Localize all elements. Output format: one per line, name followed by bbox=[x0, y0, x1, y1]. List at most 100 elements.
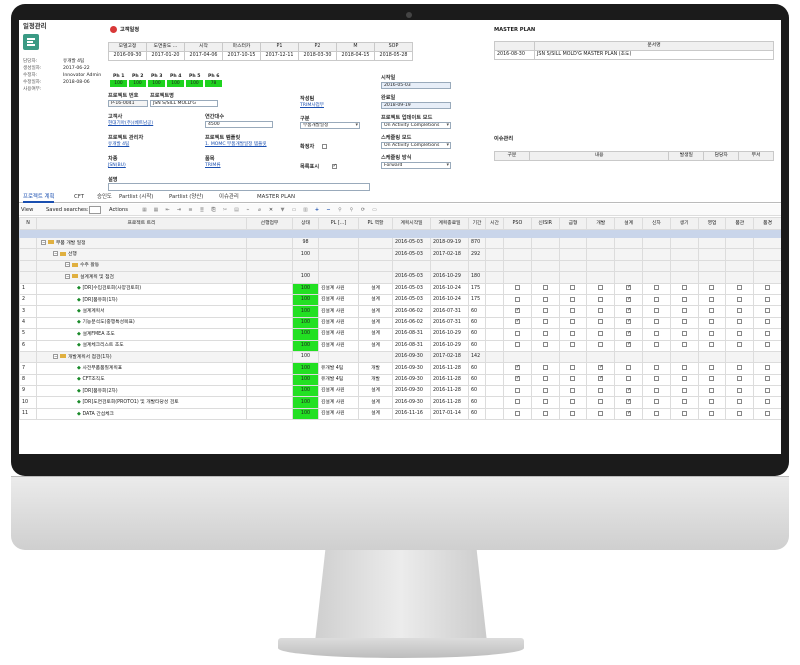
department-checkbox[interactable] bbox=[681, 387, 687, 393]
department-checkbox[interactable] bbox=[681, 319, 687, 325]
department-checkbox[interactable] bbox=[653, 285, 659, 291]
grid-col-header[interactable]: 상태 bbox=[292, 217, 319, 230]
department-checkbox[interactable] bbox=[542, 342, 548, 348]
department-checkbox[interactable] bbox=[737, 387, 743, 393]
refresh-icon[interactable]: ⟳ bbox=[360, 207, 367, 213]
print-icon[interactable]: ▭ bbox=[291, 207, 298, 213]
link-icon[interactable]: ⌁ bbox=[245, 207, 252, 213]
department-checkbox[interactable] bbox=[709, 319, 715, 325]
grid-col-header[interactable]: 개발 bbox=[586, 217, 616, 230]
view-menu[interactable]: View bbox=[21, 207, 33, 214]
department-checkbox[interactable] bbox=[709, 330, 715, 336]
task-name-cell[interactable]: ◆ 사전부품품질계획표 bbox=[36, 362, 247, 375]
department-checkbox[interactable] bbox=[653, 365, 659, 370]
table-row[interactable]: 7 ◆ 사전부품품질계획표 100 유개발 4팀 개발 2016-09-30 2016-11… bbox=[19, 362, 781, 375]
department-checkbox[interactable] bbox=[681, 376, 687, 382]
department-checkbox[interactable] bbox=[514, 342, 520, 348]
department-checkbox[interactable] bbox=[598, 410, 604, 416]
department-checkbox[interactable] bbox=[542, 410, 548, 416]
table-row[interactable]: 9 ◆ [DR]품유회(2차) 100 김설계 사원 설계 2016-09-30 2016-… bbox=[19, 385, 781, 398]
unlink-icon[interactable]: ⌀ bbox=[256, 207, 263, 213]
table-row[interactable]: − 설계계획 및 점검 100 2016-05-03 2016-10-29 180 bbox=[19, 271, 781, 284]
task-name-cell[interactable]: ◆ [DR]품유회(2차) bbox=[36, 385, 247, 398]
department-checkbox[interactable] bbox=[570, 319, 576, 325]
department-checkbox[interactable] bbox=[737, 342, 743, 348]
table-row[interactable]: − 부품 개발 일정 98 2016-05-03 2018-09-19 870 bbox=[19, 236, 781, 250]
grid-col-header[interactable]: 품경 bbox=[753, 217, 781, 230]
cut-icon[interactable]: ✂ bbox=[222, 207, 229, 213]
expand-toggle-icon[interactable]: − bbox=[65, 273, 70, 279]
grid-col-header[interactable]: 생기 bbox=[669, 217, 699, 230]
department-checkbox[interactable] bbox=[653, 410, 659, 416]
department-checkbox[interactable] bbox=[542, 330, 548, 336]
expand-toggle-icon[interactable]: − bbox=[65, 262, 70, 268]
department-checkbox[interactable] bbox=[653, 296, 659, 302]
task-name-cell[interactable]: − 개발계획서 점검(1차) bbox=[36, 350, 247, 364]
department-checkbox[interactable] bbox=[626, 330, 631, 336]
grid-col-header[interactable]: 금형 bbox=[558, 217, 588, 230]
department-checkbox[interactable] bbox=[598, 342, 604, 348]
grid-col-header[interactable]: 계획시작일 bbox=[392, 217, 431, 230]
department-checkbox[interactable] bbox=[653, 376, 659, 382]
confirm-checkbox[interactable] bbox=[322, 144, 327, 149]
grid-col-header[interactable]: 시간 bbox=[485, 217, 504, 230]
table-row[interactable]: 2 ◆ [DR]품유회(1차) 100 김설계 사원 설계 2016-05-03 2016-… bbox=[19, 293, 781, 307]
task-name-cell[interactable]: ◆ 기능분석도(중행특성목표) bbox=[36, 316, 247, 330]
table-row[interactable]: 8 ◆ CFT조직도 100 유개발 4팀 개발 2016-09-30 2016-11-28… bbox=[19, 373, 781, 387]
remove-icon[interactable]: − bbox=[325, 207, 332, 213]
department-checkbox[interactable] bbox=[598, 364, 603, 370]
grid-col-header[interactable]: 계획종료일 bbox=[430, 217, 469, 230]
department-checkbox[interactable] bbox=[737, 296, 743, 302]
table-row[interactable]: − 수주 활동 bbox=[19, 259, 781, 273]
department-checkbox[interactable] bbox=[598, 330, 604, 336]
department-checkbox[interactable] bbox=[765, 387, 771, 393]
department-checkbox[interactable] bbox=[709, 285, 715, 291]
grid-col-header[interactable]: 설계 bbox=[614, 217, 643, 230]
department-checkbox[interactable] bbox=[514, 364, 520, 370]
project-no-field[interactable]: P-16-0041 bbox=[108, 100, 148, 107]
indent-icon[interactable]: ≡ bbox=[187, 207, 194, 213]
grid-col-header[interactable]: 선행업무 bbox=[246, 217, 293, 230]
sched-type-select[interactable]: Forward bbox=[381, 162, 451, 169]
department-checkbox[interactable] bbox=[542, 285, 548, 291]
department-checkbox[interactable] bbox=[653, 330, 659, 336]
expand-toggle-icon[interactable]: − bbox=[41, 239, 46, 245]
department-checkbox[interactable] bbox=[598, 399, 604, 405]
department-checkbox[interactable] bbox=[542, 387, 548, 393]
department-checkbox[interactable] bbox=[514, 330, 520, 336]
delete-icon[interactable]: ✕ bbox=[268, 207, 275, 213]
department-checkbox[interactable] bbox=[681, 296, 687, 302]
task-name-cell[interactable]: ◆ 설계FMEA 초도 bbox=[36, 328, 247, 341]
list-icon[interactable]: ≣ bbox=[199, 207, 206, 213]
indent-icon[interactable]: ⇤ bbox=[164, 207, 171, 213]
department-checkbox[interactable] bbox=[570, 296, 576, 302]
search-icon[interactable]: ⚲ bbox=[337, 207, 344, 213]
department-checkbox[interactable] bbox=[570, 365, 576, 370]
department-checkbox[interactable] bbox=[626, 284, 631, 291]
table-icon[interactable]: ▥ bbox=[302, 207, 309, 213]
sched-mode-select[interactable]: On Activity Completions bbox=[381, 142, 451, 149]
department-checkbox[interactable] bbox=[737, 319, 743, 325]
department-checkbox[interactable] bbox=[653, 399, 659, 405]
grid-col-header[interactable]: PL 역할 bbox=[358, 217, 393, 230]
tab-4[interactable]: Partlist (양산) bbox=[169, 194, 203, 201]
department-checkbox[interactable] bbox=[681, 365, 687, 370]
department-checkbox[interactable] bbox=[765, 330, 771, 336]
department-checkbox[interactable] bbox=[514, 285, 520, 291]
paste-icon[interactable]: ▤ bbox=[233, 207, 240, 213]
tab-3[interactable]: Partlist (시작) bbox=[119, 194, 153, 201]
department-checkbox[interactable] bbox=[681, 285, 687, 291]
department-checkbox[interactable] bbox=[737, 330, 743, 336]
department-checkbox[interactable] bbox=[709, 342, 715, 348]
department-checkbox[interactable] bbox=[765, 285, 771, 291]
list-checkbox[interactable] bbox=[331, 163, 337, 169]
zoom-icon[interactable]: ⚲ bbox=[348, 207, 355, 213]
department-checkbox[interactable] bbox=[514, 307, 520, 313]
update-mode-select[interactable]: On Activity Completions bbox=[381, 122, 451, 129]
table-row[interactable]: 4 ◆ 기능분석도(중행특성목표) 100 김설계 사원 설계 2016-06-02 201… bbox=[19, 316, 781, 330]
annual-qty-field[interactable]: 4500 bbox=[205, 121, 273, 128]
department-checkbox[interactable] bbox=[598, 375, 603, 382]
grid-col-header[interactable]: 영업 bbox=[697, 217, 727, 230]
department-checkbox[interactable] bbox=[681, 399, 687, 405]
department-checkbox[interactable] bbox=[737, 376, 743, 382]
